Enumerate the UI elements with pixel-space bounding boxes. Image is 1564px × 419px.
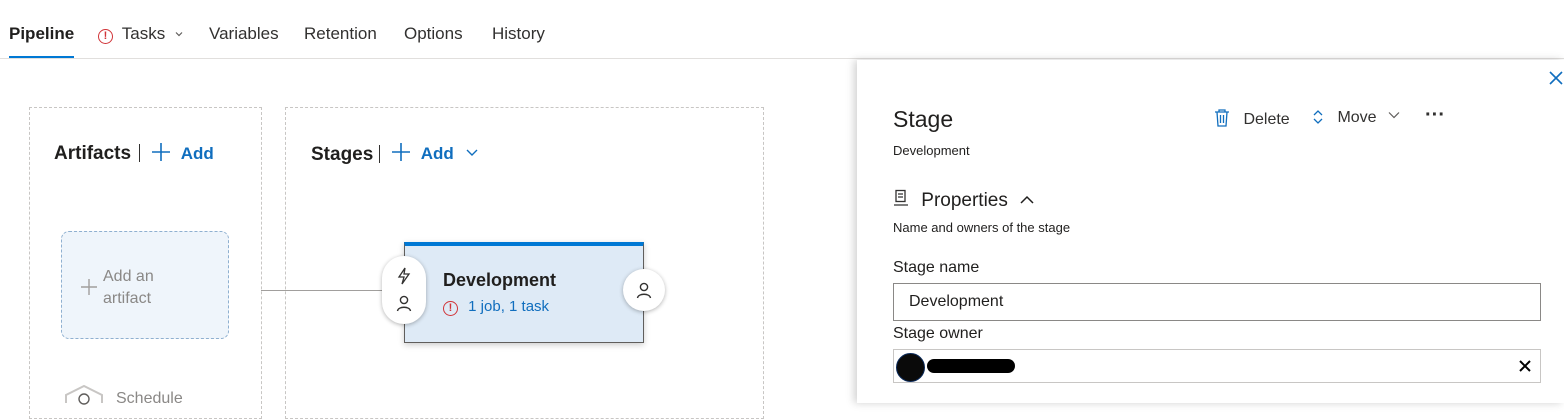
- plus-icon: [81, 279, 97, 295]
- delete-label: Delete: [1243, 111, 1290, 128]
- stage-owner-picker[interactable]: [893, 349, 1541, 383]
- stage-name-value: Development: [909, 293, 1004, 310]
- add-stage-link[interactable]: Add: [391, 142, 479, 164]
- add-artifact-label: Add: [180, 144, 214, 163]
- stage-owner-label: Stage owner: [893, 325, 983, 342]
- warning-icon: !: [443, 301, 458, 316]
- close-icon[interactable]: [1548, 70, 1564, 86]
- add-artifact-text-line2: artifact: [103, 290, 152, 307]
- stage-card-summary[interactable]: ! 1 job, 1 task: [443, 298, 549, 316]
- plus-icon: [392, 143, 410, 161]
- add-artifact-placeholder[interactable]: Add an artifact: [61, 231, 229, 339]
- chevron-down-icon: [1388, 112, 1400, 119]
- stage-card-summary-text: 1 job, 1 task: [468, 298, 550, 315]
- panel-title: Stage: [893, 106, 954, 132]
- tab-variables[interactable]: Variables: [209, 24, 279, 56]
- properties-description: Name and owners of the stage: [893, 220, 1071, 235]
- chevron-up-icon: [1020, 195, 1034, 204]
- move-label: Move: [1337, 109, 1377, 126]
- trash-icon: [1215, 109, 1229, 127]
- stage-card-development[interactable]: Development ! 1 job, 1 task: [404, 242, 644, 343]
- person-icon: [396, 295, 412, 312]
- lightning-icon: [397, 267, 411, 285]
- redacted-owner-name: [927, 359, 1015, 373]
- stage-name-input[interactable]: Development: [893, 283, 1541, 321]
- divider: [139, 144, 140, 162]
- tab-pipeline[interactable]: Pipeline: [9, 24, 75, 58]
- pre-deployment-conditions-button[interactable]: [382, 256, 426, 324]
- properties-icon: [894, 189, 908, 206]
- stage-details-panel: Stage Development Delete Move ··· Proper…: [857, 60, 1564, 403]
- stage-name-label: Stage name: [893, 259, 980, 276]
- post-deployment-conditions-button[interactable]: [623, 269, 665, 311]
- tab-retention[interactable]: Retention: [304, 24, 377, 56]
- tab-options[interactable]: Options: [404, 24, 463, 56]
- person-icon: [636, 282, 652, 299]
- add-artifact-link[interactable]: Add: [151, 142, 214, 164]
- add-artifact-text-line1: Add an: [103, 268, 154, 285]
- properties-section-toggle[interactable]: Properties: [893, 189, 1035, 212]
- tab-tasks-label: Tasks: [121, 24, 166, 43]
- panel-subtitle: Development: [893, 143, 970, 158]
- stages-title: Stages: [311, 144, 374, 165]
- warning-icon: !: [98, 29, 113, 44]
- avatar: [896, 353, 925, 382]
- move-button[interactable]: Move: [1312, 108, 1401, 127]
- plus-icon: [152, 143, 170, 161]
- chevron-down-icon: [466, 149, 478, 156]
- stage-card-title: Development: [443, 270, 557, 290]
- more-actions-button[interactable]: ···: [1425, 104, 1445, 127]
- schedule-icon[interactable]: [64, 385, 104, 405]
- tab-tasks[interactable]: ! Tasks: [98, 24, 184, 56]
- tab-history[interactable]: History: [492, 24, 545, 56]
- add-stage-label: Add: [420, 144, 454, 163]
- schedule-label: Schedule: [116, 390, 183, 407]
- up-down-arrow-icon: [1313, 110, 1323, 124]
- remove-owner-icon[interactable]: [1518, 359, 1532, 373]
- pipeline-tab-bar: Pipeline ! Tasks Variables Retention Opt…: [0, 0, 1564, 59]
- divider: [379, 145, 380, 163]
- artifacts-title: Artifacts: [54, 143, 132, 164]
- properties-label: Properties: [921, 190, 1008, 211]
- chevron-down-icon: [175, 32, 183, 37]
- delete-button[interactable]: Delete: [1214, 108, 1290, 129]
